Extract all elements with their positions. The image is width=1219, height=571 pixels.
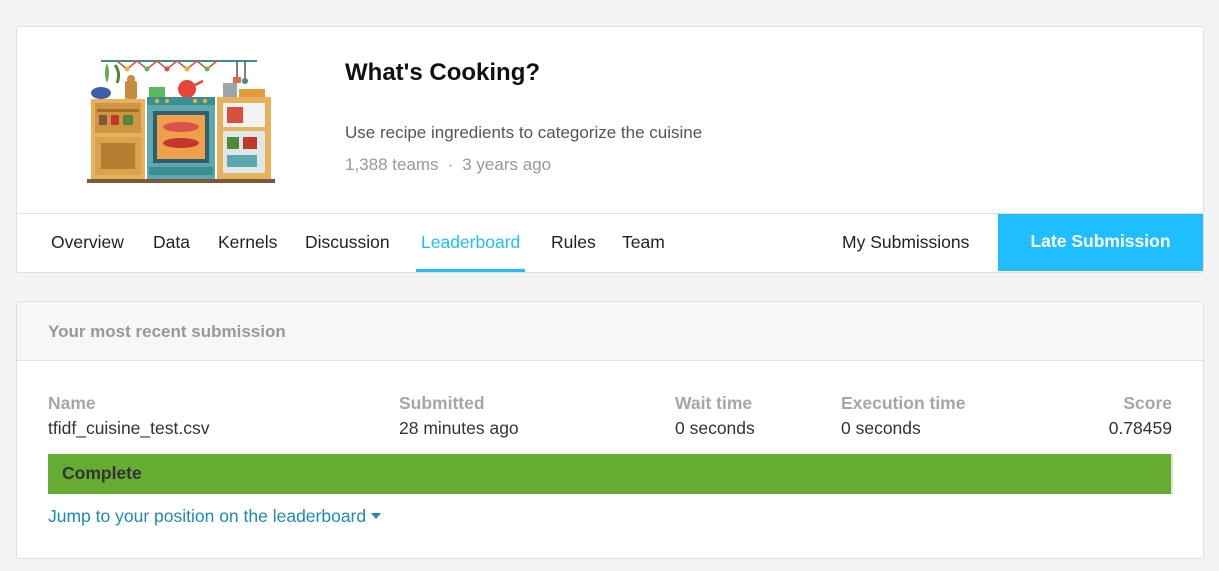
tab-kernels[interactable]: Kernels (218, 214, 277, 272)
status-label: Complete (62, 463, 142, 483)
submission-card-header: Your most recent submission (17, 302, 1203, 361)
tab-data[interactable]: Data (153, 214, 190, 272)
late-submission-button[interactable]: Late Submission (998, 214, 1203, 271)
jump-link-label: Jump to your position on the leaderboard (48, 506, 367, 526)
wait-time-value: 0 seconds (675, 418, 755, 438)
execution-time-column-label: Execution time (841, 393, 966, 413)
jump-to-leaderboard-link[interactable]: Jump to your position on the leaderboard (48, 506, 382, 527)
my-submissions-link[interactable]: My Submissions (842, 214, 969, 272)
submission-card-title: Your most recent submission (48, 322, 286, 341)
competition-header-card: What's Cooking? Use recipe ingredients t… (16, 26, 1204, 273)
tab-discussion[interactable]: Discussion (305, 214, 390, 272)
wait-time-column-label: Wait time (675, 393, 753, 413)
name-column-label: Name (48, 393, 96, 413)
tab-overview[interactable]: Overview (51, 214, 124, 272)
caret-down-icon (371, 513, 382, 519)
recent-submission-card: Your most recent submission Name tfidf_c… (16, 301, 1204, 559)
submitted-column-label: Submitted (399, 393, 485, 413)
competition-tabs: Overview Data Kernels Discussion Leaderb… (17, 214, 1203, 272)
kitchen-illustration-icon (87, 60, 275, 183)
meta-separator: · (447, 155, 454, 174)
submission-status-bar: Complete (48, 454, 1173, 494)
tab-team[interactable]: Team (622, 214, 665, 272)
tab-rules[interactable]: Rules (551, 214, 596, 272)
team-count: 1,388 teams (345, 155, 439, 174)
score-value: 0.78459 (1108, 418, 1172, 438)
submission-file-name: tfidf_cuisine_test.csv (48, 418, 210, 438)
competition-subtitle: Use recipe ingredients to categorize the… (345, 123, 703, 142)
score-column-label: Score (1123, 393, 1172, 413)
competition-age: 3 years ago (462, 155, 552, 174)
competition-header: What's Cooking? Use recipe ingredients t… (17, 27, 1203, 214)
competition-title: What's Cooking? (345, 59, 541, 86)
competition-meta: 1,388 teams · 3 years ago (345, 155, 551, 175)
tab-leaderboard[interactable]: Leaderboard (415, 214, 526, 272)
execution-time-value: 0 seconds (841, 418, 921, 438)
submitted-time: 28 minutes ago (399, 418, 519, 438)
